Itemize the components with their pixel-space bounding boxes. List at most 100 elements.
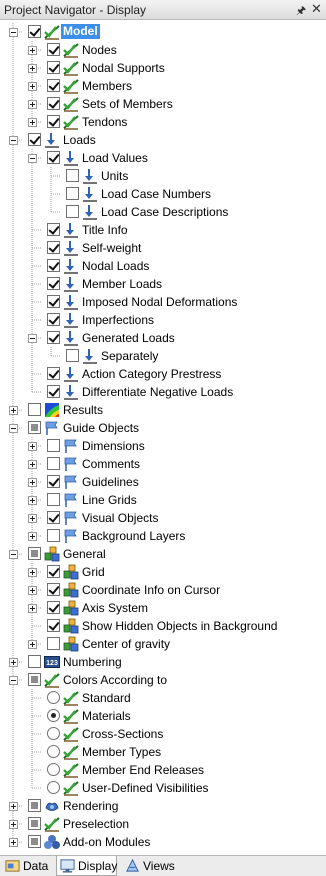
tree-item-show-hidden-objects-in-background[interactable]: Show Hidden Objects in Background [0, 617, 326, 635]
checkbox[interactable] [47, 43, 60, 56]
expand-icon[interactable] [9, 820, 18, 829]
tree-item-results[interactable]: Results [0, 401, 326, 419]
expand-icon[interactable] [28, 586, 37, 595]
checkbox[interactable] [28, 799, 41, 812]
tree-item-cross-sections[interactable]: Cross-Sections [0, 725, 326, 743]
tree-item-member-types[interactable]: Member Types [0, 743, 326, 761]
collapse-icon[interactable] [28, 334, 37, 343]
tree-item-generated-loads[interactable]: Generated Loads [0, 329, 326, 347]
radio-button[interactable] [47, 781, 60, 794]
tree-item-imperfections[interactable]: Imperfections [0, 311, 326, 329]
tree-item-grid[interactable]: Grid [0, 563, 326, 581]
expand-icon[interactable] [9, 658, 18, 667]
checkbox[interactable] [66, 187, 79, 200]
tree-item-nodal-loads[interactable]: Nodal Loads [0, 257, 326, 275]
checkbox[interactable] [47, 331, 60, 344]
checkbox[interactable] [47, 601, 60, 614]
tree-item-guidelines[interactable]: Guidelines [0, 473, 326, 491]
tree-item-user-defined-visibilities[interactable]: User-Defined Visibilities [0, 779, 326, 797]
collapse-icon[interactable] [9, 550, 18, 559]
checkbox[interactable] [28, 133, 41, 146]
checkbox[interactable] [47, 637, 60, 650]
expand-icon[interactable] [28, 532, 37, 541]
tree-item-load-values[interactable]: Load Values [0, 149, 326, 167]
tree-item-units[interactable]: Units [0, 167, 326, 185]
tree-item-tendons[interactable]: Tendons [0, 113, 326, 131]
tree-item-line-grids[interactable]: Line Grids [0, 491, 326, 509]
tree-item-loads[interactable]: Loads [0, 131, 326, 149]
tree-item-members[interactable]: Members [0, 77, 326, 95]
tree-item-add-on-modules[interactable]: Add-on Modules [0, 833, 326, 851]
expand-icon[interactable] [28, 478, 37, 487]
radio-button[interactable] [47, 709, 60, 722]
expand-icon[interactable] [28, 640, 37, 649]
tree-item-axis-system[interactable]: Axis System [0, 599, 326, 617]
checkbox[interactable] [47, 511, 60, 524]
checkbox[interactable] [47, 367, 60, 380]
checkbox[interactable] [47, 115, 60, 128]
tree-item-background-layers[interactable]: Background Layers [0, 527, 326, 545]
checkbox[interactable] [47, 295, 60, 308]
checkbox[interactable] [47, 565, 60, 578]
tree-item-action-category-prestress[interactable]: Action Category Prestress [0, 365, 326, 383]
expand-icon[interactable] [28, 64, 37, 73]
expand-icon[interactable] [28, 442, 37, 451]
checkbox[interactable] [28, 655, 41, 668]
expand-icon[interactable] [28, 100, 37, 109]
collapse-icon[interactable] [9, 136, 18, 145]
tree-item-member-end-releases[interactable]: Member End Releases [0, 761, 326, 779]
tree-item-comments[interactable]: Comments [0, 455, 326, 473]
checkbox[interactable] [47, 619, 60, 632]
tree-item-standard[interactable]: Standard [0, 689, 326, 707]
tab-display[interactable]: Display [56, 856, 117, 876]
tree-item-load-case-descriptions[interactable]: Load Case Descriptions [0, 203, 326, 221]
expand-icon[interactable] [28, 604, 37, 613]
radio-button[interactable] [47, 745, 60, 758]
tree-item-sets-of-members[interactable]: Sets of Members [0, 95, 326, 113]
expand-icon[interactable] [9, 838, 18, 847]
expand-icon[interactable] [28, 118, 37, 127]
radio-button[interactable] [47, 727, 60, 740]
collapse-icon[interactable] [9, 424, 18, 433]
checkbox[interactable] [28, 817, 41, 830]
checkbox[interactable] [66, 349, 79, 362]
checkbox[interactable] [47, 457, 60, 470]
collapse-icon[interactable] [9, 28, 18, 37]
tree-item-rendering[interactable]: Rendering [0, 797, 326, 815]
checkbox[interactable] [47, 61, 60, 74]
checkbox[interactable] [47, 241, 60, 254]
pin-icon[interactable]: 🖈 [296, 2, 306, 21]
collapse-icon[interactable] [9, 676, 18, 685]
checkbox[interactable] [28, 25, 41, 38]
collapse-icon[interactable] [28, 154, 37, 163]
checkbox[interactable] [47, 313, 60, 326]
expand-icon[interactable] [28, 82, 37, 91]
tree-item-imposed-nodal-deformations[interactable]: Imposed Nodal Deformations [0, 293, 326, 311]
checkbox[interactable] [47, 223, 60, 236]
checkbox[interactable] [28, 547, 41, 560]
tree-item-dimensions[interactable]: Dimensions [0, 437, 326, 455]
tree-item-title-info[interactable]: Title Info [0, 221, 326, 239]
checkbox[interactable] [47, 385, 60, 398]
tree-item-preselection[interactable]: Preselection [0, 815, 326, 833]
checkbox[interactable] [47, 97, 60, 110]
checkbox[interactable] [66, 205, 79, 218]
tree-item-model[interactable]: Model [0, 23, 326, 41]
checkbox[interactable] [47, 493, 60, 506]
tree-item-materials[interactable]: Materials [0, 707, 326, 725]
checkbox[interactable] [28, 835, 41, 848]
tree-item-guide-objects[interactable]: Guide Objects [0, 419, 326, 437]
expand-icon[interactable] [28, 460, 37, 469]
expand-icon[interactable] [28, 568, 37, 577]
radio-button[interactable] [47, 763, 60, 776]
tree-item-colors-according-to[interactable]: Colors According to [0, 671, 326, 689]
expand-icon[interactable] [9, 802, 18, 811]
tab-views[interactable]: Views [122, 856, 178, 876]
tree-item-differentiate-negative-loads[interactable]: Differentiate Negative Loads [0, 383, 326, 401]
tree-item-self-weight[interactable]: Self-weight [0, 239, 326, 257]
expand-icon[interactable] [28, 514, 37, 523]
tree-item-numbering[interactable]: 123 Numbering [0, 653, 326, 671]
tree-item-center-of-gravity[interactable]: Center of gravity [0, 635, 326, 653]
tree-item-load-case-numbers[interactable]: Load Case Numbers [0, 185, 326, 203]
close-icon[interactable]: ✕ [311, 1, 322, 17]
